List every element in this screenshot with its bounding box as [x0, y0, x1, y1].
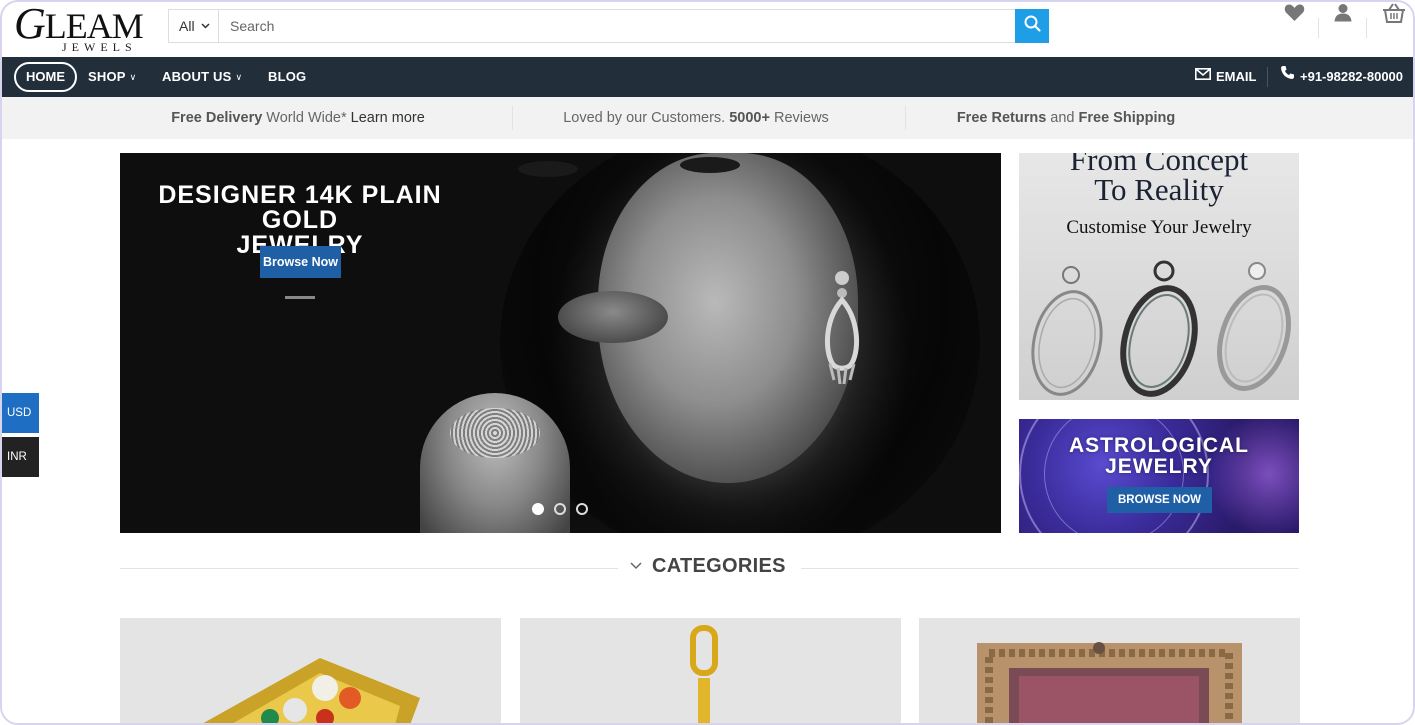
hero-divider	[285, 296, 315, 299]
categories-divider-left	[120, 568, 618, 569]
category-card[interactable]	[520, 618, 901, 725]
header-divider	[1318, 18, 1319, 38]
logo-g: G	[14, 0, 46, 48]
banner1-title-line2: To Reality	[1094, 172, 1224, 207]
site-header: GLEAM JEWELS All	[0, 0, 1415, 57]
envelope-icon	[1195, 56, 1211, 96]
category-card[interactable]	[120, 618, 501, 725]
info-free-delivery-bold: Free Delivery	[171, 110, 263, 126]
hero-earring-image	[824, 271, 860, 385]
nav-home[interactable]: HOME	[14, 62, 77, 92]
nav-shop[interactable]: SHOP ∨	[88, 57, 136, 97]
slider-dot-3[interactable]	[576, 503, 588, 515]
search-button[interactable]	[1015, 9, 1049, 43]
category-card[interactable]	[919, 618, 1300, 725]
info-reviews-count: 5000+	[729, 110, 770, 126]
chevron-down-icon: ∨	[129, 72, 137, 82]
banner2-title: ASTROLOGICAL JEWELRY	[1019, 435, 1299, 477]
currency-inr-button[interactable]: INR	[0, 437, 39, 477]
header-divider	[1366, 18, 1367, 38]
search-input[interactable]	[221, 10, 1016, 42]
info-free-delivery-text: World Wide*	[262, 110, 351, 126]
slider-dot-1[interactable]	[532, 503, 544, 515]
nav-shop-label: SHOP	[88, 69, 126, 84]
gold-pendant-image	[690, 625, 718, 725]
info-divider	[512, 106, 513, 130]
account-button[interactable]	[1328, 0, 1358, 30]
email-label: EMAIL	[1216, 69, 1257, 84]
rings-illustration	[1031, 260, 1291, 397]
banner2-title-line1: ASTROLOGICAL	[1069, 434, 1249, 457]
user-icon	[1334, 3, 1352, 27]
hero-title-line1: DESIGNER 14K PLAIN GOLD	[158, 181, 442, 234]
chevron-down-icon	[630, 553, 642, 576]
search-category-label: All	[179, 18, 195, 34]
hero-image-detail	[518, 161, 578, 177]
hero-image-detail	[558, 291, 668, 343]
info-free-returns-mid: and	[1046, 110, 1079, 126]
site-logo[interactable]: GLEAM JEWELS	[14, 2, 144, 55]
logo-subtext: JEWELS	[62, 40, 137, 54]
banner1-subtitle: Customise Your Jewelry	[1066, 217, 1252, 238]
currency-usd-button[interactable]: USD	[0, 393, 39, 433]
info-free-returns: Free Returns and Free Shipping	[935, 97, 1197, 139]
banner1-title: From Concept To Reality	[1019, 153, 1299, 205]
main-nav: HOME SHOP ∨ ABOUT US ∨ BLOG EMAIL +91-9828…	[0, 57, 1415, 97]
info-free-delivery: Free Delivery World Wide* Learn more	[150, 97, 446, 139]
info-free-shipping-bold: Free Shipping	[1078, 110, 1176, 126]
info-divider	[905, 106, 906, 130]
learn-more-link[interactable]: Learn more	[351, 110, 425, 126]
search-icon	[1024, 15, 1041, 37]
search-category-select[interactable]: All	[169, 10, 219, 42]
cart-button[interactable]	[1379, 0, 1409, 30]
hero-slider[interactable]: DESIGNER 14K PLAIN GOLD JEWELRY Browse N…	[120, 153, 1001, 533]
info-reviews-tail: Reviews	[769, 110, 829, 126]
gemstone-ring-image	[200, 658, 420, 725]
info-free-returns-bold: Free Returns	[956, 110, 1047, 126]
nav-divider	[1267, 67, 1268, 87]
hero-browse-now-button[interactable]: Browse Now	[260, 246, 341, 278]
categories-heading-label: CATEGORIES	[652, 555, 786, 577]
nav-about-us[interactable]: ABOUT US ∨	[162, 57, 242, 97]
phone-link[interactable]: +91-98282-80000	[1280, 57, 1403, 97]
hero-image-detail	[680, 157, 740, 173]
search-bar: All	[168, 9, 1049, 43]
astrological-jewelry-banner[interactable]: ASTROLOGICAL JEWELRY BROWSE NOW	[1019, 419, 1299, 533]
stone-ring-image	[977, 642, 1242, 725]
wishlist-button[interactable]	[1279, 0, 1309, 30]
basket-icon	[1382, 2, 1406, 28]
heart-icon	[1284, 3, 1305, 27]
categories-heading: CATEGORIES	[630, 555, 786, 581]
slider-dot-2[interactable]	[554, 503, 566, 515]
banner2-title-line2: JEWELRY	[1105, 455, 1213, 478]
customise-jewelry-banner[interactable]: From Concept To Reality Customise Your J…	[1019, 153, 1299, 400]
nav-blog[interactable]: BLOG	[268, 57, 306, 97]
categories-divider-right	[801, 568, 1299, 569]
info-reviews-text: Loved by our Customers.	[563, 110, 730, 126]
chevron-down-icon: ∨	[235, 72, 243, 82]
info-reviews: Loved by our Customers. 5000+ Reviews	[540, 97, 852, 139]
info-bar: Free Delivery World Wide* Learn more Lov…	[0, 97, 1415, 139]
email-link[interactable]: EMAIL	[1195, 57, 1256, 97]
phone-icon	[1280, 56, 1295, 96]
nav-about-label: ABOUT US	[162, 69, 232, 84]
chevron-down-icon	[201, 10, 210, 42]
hero-image-detail	[450, 408, 540, 458]
phone-label: +91-98282-80000	[1300, 69, 1404, 84]
banner2-browse-now-button[interactable]: BROWSE NOW	[1107, 487, 1212, 513]
